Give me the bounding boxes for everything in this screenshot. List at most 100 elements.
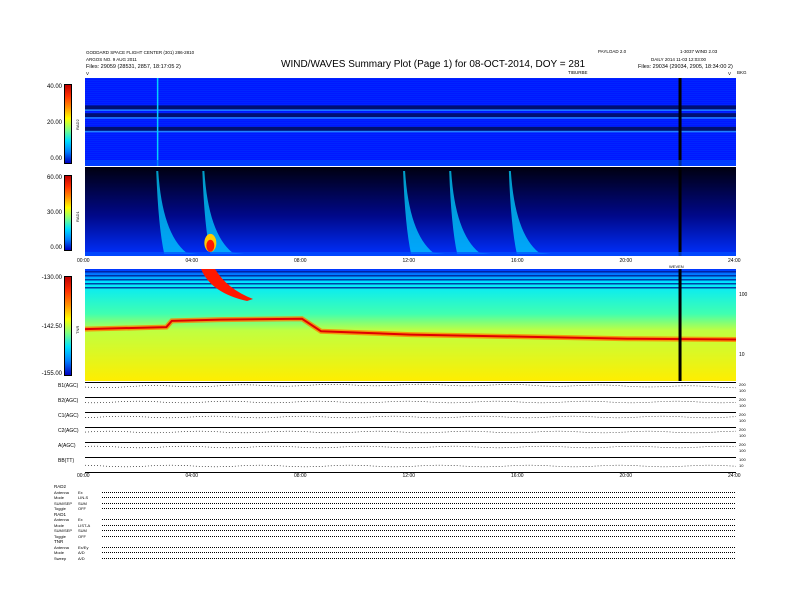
status-group-title: RAD1 — [54, 511, 67, 517]
rad2-bottom-band — [85, 160, 736, 166]
trace-label: C2(AGC) — [58, 428, 79, 434]
header-version: 1-3037 WIND 2.03 — [680, 49, 718, 54]
rad2-stripe — [85, 98, 736, 99]
time-axis-lower-tick-label: 12:00 — [402, 473, 416, 479]
rad2-stripe — [85, 104, 736, 105]
header-files-right-value: 29034 (29034, 2905, 18:34:00 2) — [652, 64, 733, 70]
rad2-stripe — [85, 140, 736, 141]
status-row-dots — [102, 552, 735, 554]
rad2-stripe — [85, 100, 736, 101]
trace-plot — [85, 415, 736, 419]
trace-label: BB(TT) — [58, 458, 75, 464]
rad2-stripe — [85, 138, 736, 139]
rad1-tick-mid: 30.00 — [46, 210, 62, 216]
rad2-stripe — [85, 158, 736, 159]
status-row-value: OFF — [78, 506, 86, 511]
tnr-tick-mid: -142.50 — [41, 324, 62, 330]
header-marker-right: V — [728, 71, 732, 76]
time-axis-lower-tick-label: 20:00 — [619, 473, 633, 479]
rad2-tick-mid: 20.00 — [46, 120, 62, 126]
rad2-stripe — [85, 112, 736, 113]
header-info-line2: ARGOS NO. 9 AUG 2011 — [86, 57, 137, 62]
status-row-dots — [102, 557, 735, 560]
status-row-dots — [102, 508, 735, 510]
rad2-stripe — [85, 156, 736, 157]
status-row-key: Antenna — [54, 517, 69, 522]
rad2-stripe — [85, 142, 736, 143]
rad2-stripe — [85, 80, 736, 81]
rad2-stripe — [85, 82, 736, 83]
trace-right-tick: 100 — [739, 388, 746, 393]
rad2-band-dark — [85, 113, 736, 118]
trace-right-tick: 200 — [739, 397, 746, 402]
status-group-title: RAD2 — [54, 484, 67, 489]
rad2-band-dark — [85, 105, 736, 110]
status-row-value: Ex/Ey — [78, 544, 89, 550]
rad2-stripe — [85, 92, 736, 93]
status-row-dots — [102, 519, 735, 521]
rad2-label: RAD2 — [75, 119, 80, 130]
trace-label: C1(AGC) — [58, 413, 79, 419]
tnr-top-band — [85, 279, 736, 281]
trace-right-tick: 200 — [739, 412, 746, 417]
time-axis-lower: 00:00 04:00 08:00 12:00 16:00 20:00 24:00 — [77, 473, 741, 482]
status-row-dots — [102, 491, 735, 494]
trace-right-tick: 100 — [739, 448, 746, 453]
rad2-stripe — [85, 96, 736, 97]
rad2-band-dark — [85, 126, 736, 131]
time-axis-upper-tick-label: 12:00 — [402, 258, 416, 264]
trace-right-tick: 10 — [739, 463, 744, 468]
rad1-tick-bottom: 0.00 — [50, 245, 62, 251]
status-row-key: Mode — [54, 550, 65, 555]
rad1-label: RAD1 — [75, 211, 80, 222]
status-row-value: A/D — [78, 555, 85, 561]
status-row-value: Ex — [78, 517, 83, 522]
status-row-value: Ex — [78, 489, 83, 495]
header-sub-right: BKG — [737, 70, 747, 75]
rad2-band-light — [85, 117, 736, 119]
rad2-stripe — [85, 86, 736, 87]
rad2-tick-top: 40.00 — [46, 84, 62, 90]
time-axis-upper-tick-label: 00:00 — [77, 258, 90, 264]
time-axis-upper-tick-label: 08:00 — [294, 258, 307, 264]
header-sub-center: TIBURBE — [568, 70, 588, 75]
rad1-spectrogram — [85, 167, 736, 256]
header-files-left-label: Files: — [86, 64, 100, 70]
status-row-value: SUM — [78, 528, 87, 533]
header-files-right: Files: 29034 (29034, 2905, 18:34:00 2) — [638, 64, 733, 70]
tnr-label: TNR — [75, 325, 80, 334]
time-axis-lower-tick-label: 00:00 — [77, 473, 90, 479]
tnr-top-band — [85, 287, 736, 289]
status-row-value: SUM — [78, 500, 87, 506]
rad2-data-gap — [678, 78, 682, 166]
tnr-colorbar — [64, 276, 72, 376]
status-row-dots — [102, 524, 735, 527]
status-row-key: Antenna — [54, 489, 69, 495]
status-group-title: TNR — [54, 539, 64, 544]
rad2-stripe — [85, 120, 736, 121]
rad2-stripe — [85, 90, 736, 91]
status-row-key: Mode — [54, 522, 65, 528]
status-row-key: Mode — [54, 495, 65, 500]
rad2-stripe — [85, 152, 736, 153]
trace-line — [85, 445, 736, 449]
status-row-key: SUM/SEP — [54, 500, 73, 506]
time-axis-upper-tick-label: 04:00 — [185, 258, 199, 264]
trace-line — [85, 464, 736, 468]
rad1-data-gap — [678, 167, 682, 256]
trace-right-tick: 200 — [739, 427, 746, 432]
trace-right-tick: 100 — [739, 403, 746, 408]
rad2-stripe — [85, 78, 736, 79]
status-row-key: Toggle — [54, 533, 66, 539]
header-files-left: Files: 29059 (28531, 2857, 18:17:05 2) — [86, 64, 181, 70]
trace-right-tick: 200 — [739, 382, 746, 387]
rad2-band-light — [85, 109, 736, 111]
time-axis-lower-tick-label: 16:00 — [511, 473, 524, 479]
trace-label: A(AGC) — [58, 443, 76, 449]
trace-right-tick: 200 — [739, 442, 746, 447]
status-row-value: OFF — [78, 533, 86, 539]
trace-right-tick: 100 — [739, 433, 746, 438]
status-row-value: LIN-S — [78, 495, 89, 500]
time-axis-upper-tick-label: 24:00 — [728, 258, 741, 264]
status-row-key: SUM/SEP — [54, 528, 73, 533]
